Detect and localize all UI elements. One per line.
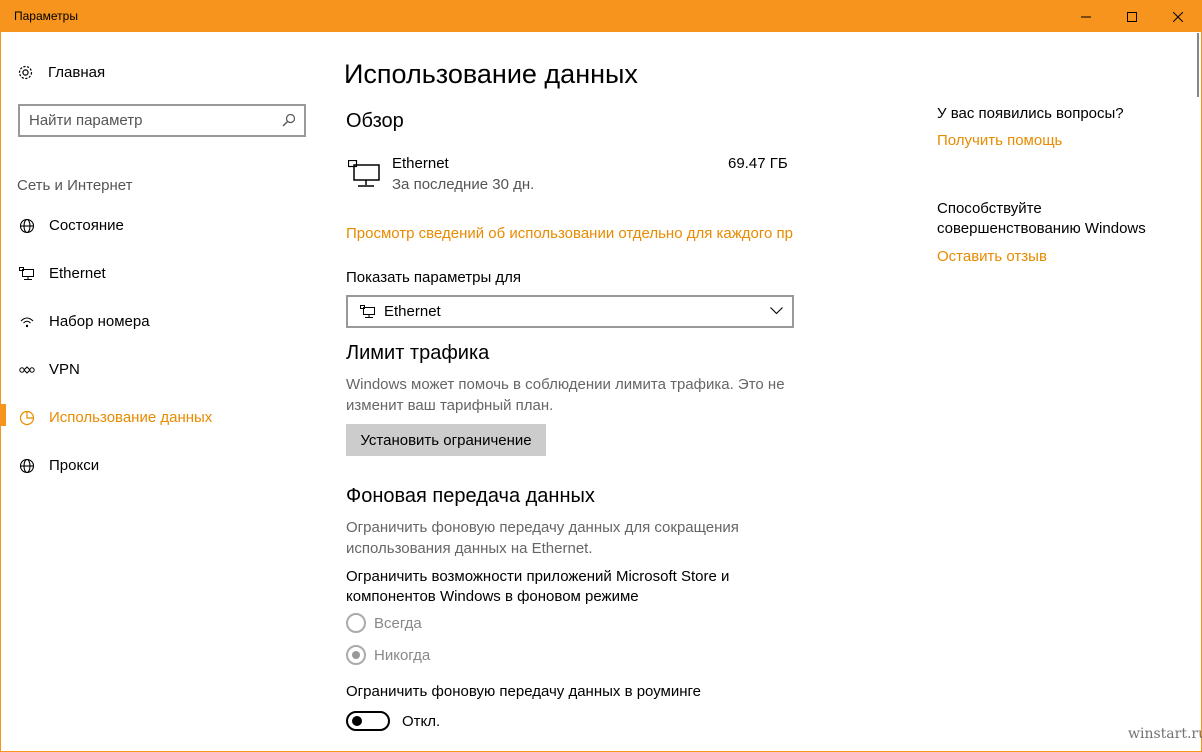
sidebar-item-label: Использование данных	[49, 409, 213, 426]
show-for-label: Показать параметры для	[346, 269, 522, 286]
minimize-icon	[1081, 16, 1091, 17]
roaming-toggle-row[interactable]: Откл.	[346, 710, 440, 732]
sidebar-item-data-usage[interactable]: Использование данных	[1, 398, 331, 438]
globe-proxy-icon	[18, 457, 36, 475]
watermark: winstart.ru	[1128, 726, 1202, 742]
usage-summary: Ethernet За последние 30 дн. 69.47 ГБ	[346, 155, 796, 195]
dialup-icon	[18, 313, 36, 331]
section-label: Сеть и Интернет	[17, 177, 133, 194]
network-select[interactable]: Ethernet	[346, 295, 794, 328]
sidebar-item-vpn[interactable]: VPN	[1, 350, 331, 390]
ethernet-icon	[18, 265, 36, 283]
search-icon[interactable]	[282, 113, 296, 127]
search-input[interactable]	[20, 106, 270, 135]
radio-always[interactable]: Всегда	[346, 612, 422, 634]
home-nav-item[interactable]: Главная	[17, 64, 105, 81]
radio-circle[interactable]	[346, 613, 366, 633]
maximize-icon	[1127, 11, 1137, 22]
vpn-icon	[18, 361, 36, 379]
maximize-button[interactable]	[1109, 1, 1155, 32]
sidebar-item-proxy[interactable]: Прокси	[1, 446, 331, 486]
toggle-state-label: Откл.	[402, 712, 441, 730]
set-limit-button[interactable]: Установить ограничение	[346, 424, 546, 456]
usage-network-name: Ethernet	[392, 155, 449, 172]
sidebar-item-label: VPN	[49, 361, 80, 378]
main-content: Использование данных Обзор Ethernet За п…	[331, 32, 911, 752]
gear-icon	[18, 65, 33, 80]
toggle-knob	[352, 716, 362, 726]
sidebar-item-label: Прокси	[49, 457, 100, 474]
minimize-button[interactable]	[1063, 1, 1109, 32]
scrollbar-indicator[interactable]	[1197, 33, 1199, 97]
sidebar: Главная Сеть и Интернет Состояние Ethern…	[1, 32, 331, 752]
radio-never[interactable]: Никогда	[346, 644, 430, 666]
feedback-link[interactable]: Оставить отзыв	[937, 248, 1047, 265]
close-icon	[1173, 11, 1183, 22]
sidebar-item-status[interactable]: Состояние	[1, 206, 331, 246]
globe-status-icon	[18, 217, 36, 235]
active-indicator	[1, 404, 6, 426]
ethernet-icon	[360, 305, 376, 323]
data-usage-icon	[18, 409, 36, 427]
network-select-value: Ethernet	[384, 303, 441, 320]
search-box[interactable]	[18, 104, 306, 137]
roaming-toggle[interactable]	[346, 711, 390, 731]
home-label: Главная	[48, 64, 106, 81]
sidebar-item-label: Ethernet	[49, 265, 106, 282]
settings-window: Параметры Главная Сеть и Интернет	[0, 0, 1202, 752]
window-title: Параметры	[14, 9, 78, 23]
ethernet-monitor-icon	[347, 159, 382, 192]
overview-heading: Обзор	[346, 110, 404, 132]
get-help-link[interactable]: Получить помощь	[937, 132, 1062, 149]
page-title: Использование данных	[344, 59, 638, 89]
radio-never-label: Никогда	[374, 646, 431, 664]
usage-amount: 69.47 ГБ	[728, 155, 788, 172]
sidebar-item-label: Набор номера	[49, 313, 150, 330]
store-apps-label: Ограничить возможности приложений Micros…	[346, 568, 730, 605]
sidebar-item-dialup[interactable]: Набор номера	[1, 302, 331, 342]
improve-windows-text: Способствуйте совершенствованию Windows	[937, 200, 1146, 237]
roaming-label: Ограничить фоновую передачу данных в роу…	[346, 683, 702, 700]
radio-circle-checked[interactable]	[346, 645, 366, 665]
background-data-description: Ограничить фоновую передачу данных для с…	[346, 519, 739, 557]
close-button[interactable]	[1155, 1, 1201, 32]
limit-description: Windows может помочь в соблюдении лимита…	[346, 376, 785, 414]
sidebar-item-label: Состояние	[49, 217, 124, 234]
background-data-heading: Фоновая передача данных	[346, 485, 595, 507]
chevron-down-icon	[770, 307, 783, 315]
radio-always-label: Всегда	[374, 614, 422, 632]
usage-details-link[interactable]: Просмотр сведений об использовании отдел…	[346, 225, 796, 242]
limit-heading: Лимит трафика	[346, 342, 490, 364]
usage-period: За последние 30 дн.	[392, 176, 535, 193]
title-bar: Параметры	[1, 1, 1201, 32]
sidebar-item-ethernet[interactable]: Ethernet	[1, 254, 331, 294]
questions-text: У вас появились вопросы?	[937, 105, 1124, 122]
